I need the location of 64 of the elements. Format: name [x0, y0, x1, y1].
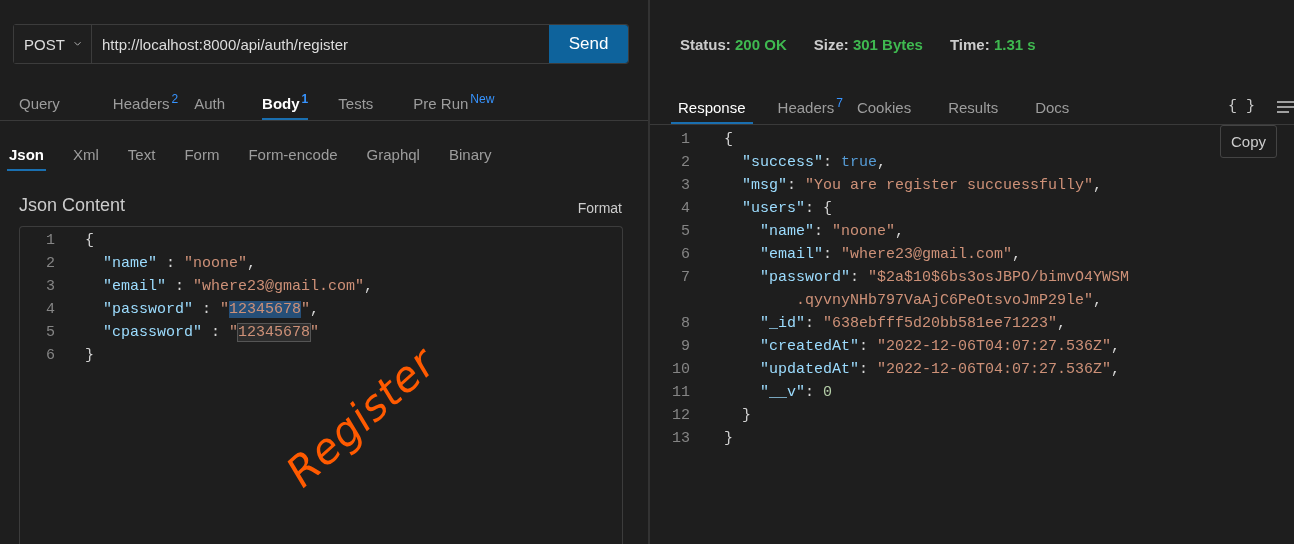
code-line: }	[724, 429, 733, 449]
code-line: .qyvnyNHb797VaAjC6PeOtsvoJmP29le",	[795, 291, 1103, 311]
line-number: 9	[680, 337, 691, 357]
code-line: "users": {	[741, 199, 833, 219]
line-number: 3	[680, 176, 691, 196]
tab[interactable]: Response	[671, 99, 753, 124]
status-item: Size: 301 Bytes	[813, 36, 923, 53]
code-line: "email": "where23@gmail.com",	[759, 245, 1022, 265]
tab[interactable]: Query	[19, 95, 60, 120]
tab[interactable]: Text	[125, 146, 158, 171]
line-number: 1	[45, 231, 56, 251]
line-number: 13	[671, 429, 691, 449]
tab[interactable]: Xml	[71, 146, 101, 171]
tab[interactable]: Binary	[446, 146, 494, 171]
line-number: 6	[45, 346, 56, 366]
code-line: "password" : "12345678",	[102, 300, 320, 320]
tab[interactable]: Headers$^{7}$	[770, 96, 850, 124]
code-line: "cpassword" : "12345678"	[102, 323, 320, 343]
tab[interactable]: Body$^{1}$	[262, 92, 309, 120]
code-line: "name": "noone",	[759, 222, 905, 242]
tab[interactable]: Json	[7, 146, 46, 171]
code-line: "_id": "638ebfff5d20bb581ee71223",	[759, 314, 1067, 334]
code-line: "success": true,	[741, 153, 887, 173]
copy-button[interactable]: Copy	[1219, 125, 1277, 158]
code-line: "email" : "where23@gmail.com",	[102, 277, 374, 297]
tab[interactable]: Headers$^{2}$	[112, 92, 179, 120]
status-item: Status: 200 OK	[680, 36, 787, 53]
tab[interactable]: Form-encode	[246, 146, 340, 171]
tab[interactable]: Tests	[338, 95, 374, 120]
code-line: "__v": 0	[759, 383, 833, 403]
line-number: 6	[680, 245, 691, 265]
line-number: 2	[45, 254, 56, 274]
format-button[interactable]: Format	[577, 200, 622, 216]
line-number: 4	[680, 199, 691, 219]
view-toggle[interactable]: { }	[1228, 98, 1255, 124]
code-line: "password": "$2a$10$6bs3osJBPO/bimvO4YWSM	[759, 268, 1130, 288]
tab[interactable]: Cookies	[849, 99, 919, 124]
code-line: "updatedAt": "2022-12-06T04:07:27.536Z",	[759, 360, 1121, 380]
tab[interactable]: Docs	[1028, 99, 1077, 124]
code-line: }	[741, 406, 751, 426]
line-number: 7	[680, 268, 691, 288]
line-number: 1	[680, 130, 691, 150]
code-line: {	[85, 231, 94, 251]
status-item: Time: 1.31 s	[949, 36, 1036, 53]
line-number: 3	[45, 277, 56, 297]
line-number: 10	[671, 360, 691, 380]
line-number: 11	[671, 383, 691, 403]
line-number: 4	[45, 300, 56, 320]
tab[interactable]: Auth	[194, 95, 226, 120]
line-number: 5	[680, 222, 691, 242]
code-line: "createdAt": "2022-12-06T04:07:27.536Z",	[759, 337, 1121, 357]
line-number: 2	[680, 153, 691, 173]
line-number: 12	[671, 406, 691, 426]
code-line: "msg": "You are register succuessfully",	[741, 176, 1103, 196]
tab[interactable]: Results	[941, 99, 1006, 124]
section-title: Json Content	[19, 195, 126, 216]
code-line: "name" : "noone",	[102, 254, 257, 274]
code-line: }	[85, 346, 94, 366]
line-number: 8	[680, 314, 691, 334]
tab[interactable]: Form	[182, 146, 222, 171]
line-number: 5	[45, 323, 56, 343]
tab[interactable]: Graphql	[364, 146, 422, 171]
code-line: {	[724, 130, 733, 150]
tab[interactable]: Pre Run$^{New}$	[413, 92, 495, 120]
